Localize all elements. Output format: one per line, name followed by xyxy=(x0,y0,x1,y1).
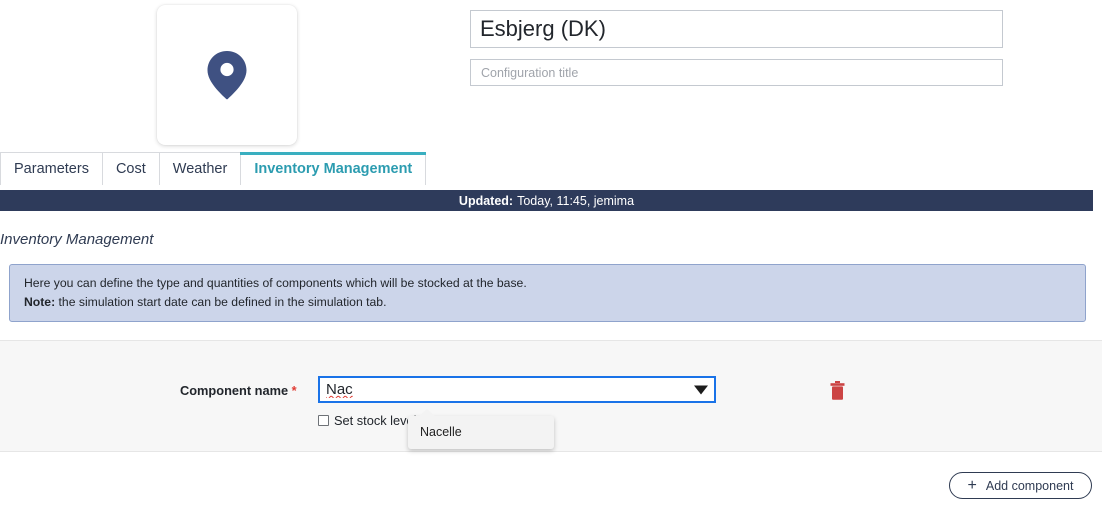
component-name-combobox[interactable] xyxy=(318,376,716,403)
tab-parameters-label: Parameters xyxy=(14,161,89,177)
suggestion-item-nacelle[interactable]: Nacelle xyxy=(420,425,462,439)
info-note-text: the simulation start date can be defined… xyxy=(55,295,387,309)
add-component-button[interactable]: + Add component xyxy=(949,472,1092,499)
updated-label: Updated: xyxy=(458,193,514,208)
location-thumbnail-card xyxy=(157,5,297,145)
add-component-label: Add component xyxy=(985,478,1074,493)
plus-icon: + xyxy=(967,476,977,494)
section-title: Inventory Management xyxy=(0,231,154,248)
updated-value: Today, 11:45, jemima xyxy=(517,193,635,208)
tab-parameters[interactable]: Parameters xyxy=(0,152,103,185)
info-line-note: Note: the simulation start date can be d… xyxy=(24,293,1071,312)
autocomplete-suggestion-popup[interactable]: Nacelle xyxy=(408,409,554,449)
tab-cost[interactable]: Cost xyxy=(101,152,160,185)
trash-icon[interactable] xyxy=(830,381,845,400)
tab-weather-label: Weather xyxy=(172,161,228,177)
set-stock-level-checkbox[interactable] xyxy=(318,415,329,426)
page-header xyxy=(0,0,1102,150)
info-note-label: Note: xyxy=(24,295,56,309)
updated-status-bar: Updated: Today, 11:45, jemima xyxy=(0,190,1093,211)
tab-inventory-management-label: Inventory Management xyxy=(254,160,413,177)
tab-weather[interactable]: Weather xyxy=(158,152,242,185)
component-name-label: Component name * xyxy=(180,383,297,398)
required-asterisk: * xyxy=(291,383,297,398)
map-pin-icon xyxy=(207,51,247,100)
info-line-description: Here you can define the type and quantit… xyxy=(24,276,527,290)
component-name-input[interactable] xyxy=(320,378,690,401)
component-name-label-text: Component name xyxy=(180,383,289,398)
set-stock-level-label: Set stock level xyxy=(334,413,417,428)
tab-inventory-management[interactable]: Inventory Management xyxy=(240,152,427,185)
info-panel: Here you can define the type and quantit… xyxy=(9,264,1086,322)
set-stock-level-row[interactable]: Set stock level xyxy=(318,413,417,428)
tab-bar: Parameters Cost Weather Inventory Manage… xyxy=(0,152,427,185)
chevron-down-icon[interactable] xyxy=(694,385,708,394)
tab-cost-label: Cost xyxy=(115,161,146,177)
inventory-management-page: Parameters Cost Weather Inventory Manage… xyxy=(0,0,1102,513)
configuration-name-input[interactable] xyxy=(470,10,1003,48)
configuration-title-input[interactable] xyxy=(470,59,1003,86)
